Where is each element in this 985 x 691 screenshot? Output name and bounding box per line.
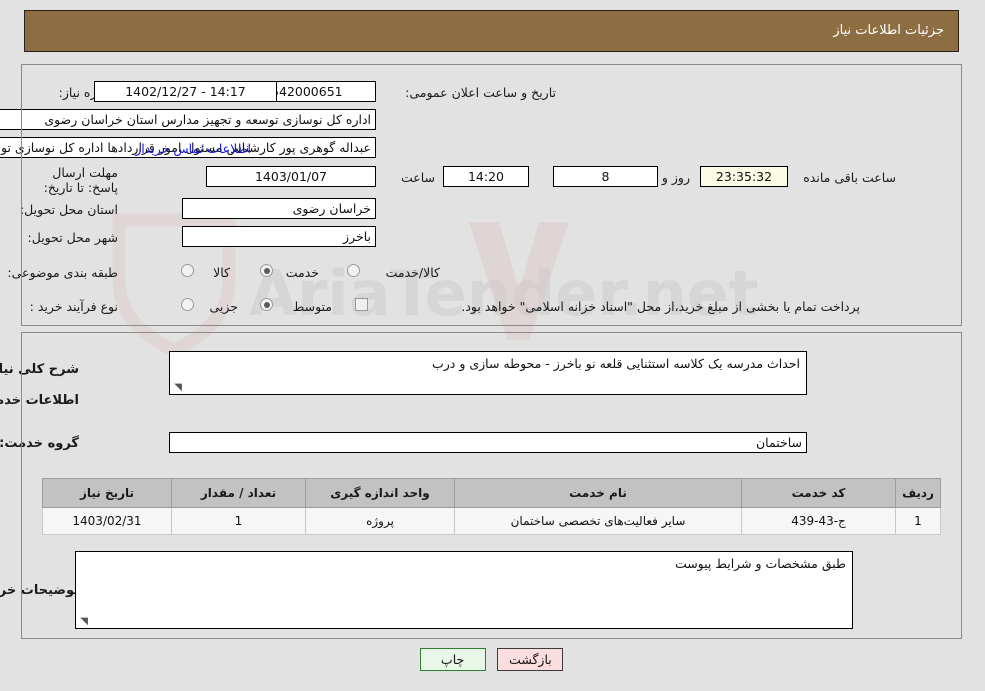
- services-table: ردیف کد خدمت نام خدمت واحد اندازه گیری ت…: [43, 478, 942, 535]
- th-unit: واحد اندازه گیری: [306, 478, 456, 508]
- table-header-row: ردیف کد خدمت نام خدمت واحد اندازه گیری ت…: [43, 478, 942, 508]
- th-name: نام خدمت: [455, 478, 743, 508]
- cell-row: 1: [896, 507, 942, 535]
- cell-qty: 1: [172, 507, 307, 535]
- back-button[interactable]: بازگشت: [498, 648, 565, 671]
- cell-name: سایر فعالیت‌های تخصصی ساختمان: [455, 507, 743, 535]
- table-row: 1 ج-43-439 سایر فعالیت‌های تخصصی ساختمان…: [43, 507, 942, 535]
- need-info-panel: [22, 64, 963, 326]
- page-header: جزئیات اطلاعات نیاز: [25, 10, 960, 52]
- button-row: بازگشت چاپ: [0, 648, 985, 671]
- print-button[interactable]: چاپ: [420, 648, 487, 671]
- th-qty: تعداد / مقدار: [172, 478, 307, 508]
- cell-unit: پروژه: [306, 507, 456, 535]
- cell-date: 1403/02/31: [43, 507, 173, 535]
- cell-code: ج-43-439: [742, 507, 897, 535]
- th-date: تاریخ نیاز: [43, 478, 173, 508]
- page-title: جزئیات اطلاعات نیاز: [834, 23, 945, 38]
- th-code: کد خدمت: [742, 478, 897, 508]
- th-row: ردیف: [896, 478, 942, 508]
